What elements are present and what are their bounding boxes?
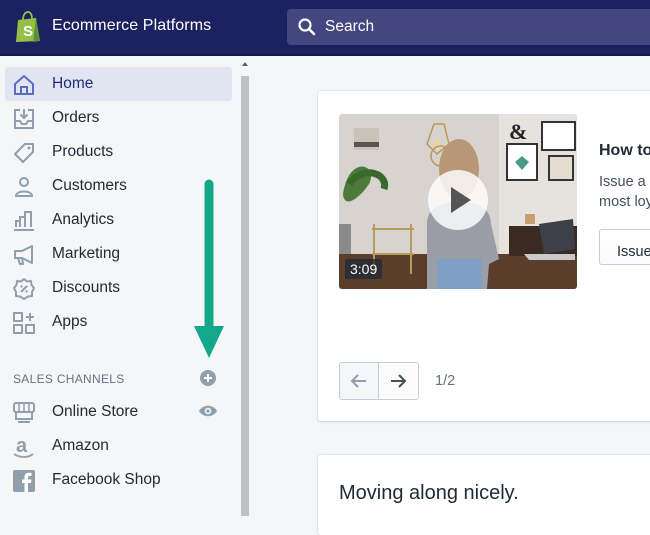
sidebar-item-label: Analytics [52, 211, 115, 228]
pager-count: 1/2 [435, 373, 456, 389]
sidebar-item-facebook-shop[interactable]: Facebook Shop [5, 463, 232, 497]
arrow-right-icon [391, 374, 407, 388]
video-duration: 3:09 [345, 259, 383, 279]
sidebar-item-label: Marketing [52, 245, 121, 262]
sidebar-item-home[interactable]: Home [5, 67, 232, 101]
pager [339, 362, 419, 400]
tip-body: Issue a g most loy [599, 172, 650, 212]
top-bar: S Ecommerce Platforms Search [0, 0, 650, 56]
orders-inbox-icon [14, 109, 34, 129]
sidebar-item-label: Apps [52, 313, 88, 330]
tip-body-line: Issue a g [599, 174, 650, 190]
video-thumbnail[interactable]: & 3:09 [339, 114, 577, 289]
storefront-icon [13, 402, 35, 423]
plus-circle-icon[interactable] [199, 369, 217, 387]
discount-badge-icon [13, 278, 35, 300]
search-input[interactable]: Search [287, 9, 650, 45]
sidebar-item-label: Products [52, 143, 114, 160]
sidebar-item-label: Customers [52, 177, 127, 194]
sales-channels-heading: SALES CHANNELS [13, 372, 125, 386]
store-name[interactable]: Ecommerce Platforms [52, 17, 211, 35]
sidebar-item-label: Discounts [52, 279, 121, 296]
sidebar-item-label: Amazon [52, 437, 109, 454]
main-content: & 3:09 How to Issue a g most loy Issue [250, 58, 650, 535]
scrollbar-thumb[interactable] [241, 76, 249, 516]
sidebar: Home Orders Products Customers Analytics [0, 58, 240, 516]
megaphone-icon [14, 245, 33, 265]
tips-card: & 3:09 How to Issue a g most loy Issue [318, 91, 650, 421]
svg-text:a: a [16, 435, 28, 457]
search-placeholder: Search [325, 18, 375, 35]
sidebar-scrollbar[interactable] [241, 58, 249, 516]
tip-body-line: most loy [599, 194, 650, 210]
arrow-left-icon [350, 374, 366, 388]
tip-title: How to [599, 142, 650, 159]
amazon-icon: a [13, 435, 34, 458]
play-icon[interactable] [428, 170, 488, 230]
sidebar-item-label: Home [52, 75, 94, 92]
svg-text:S: S [23, 23, 33, 40]
home-icon [14, 75, 34, 95]
progress-heading: Moving along nicely. [339, 482, 519, 504]
progress-card: Moving along nicely. [318, 455, 650, 535]
sidebar-item-amazon[interactable]: a Amazon [5, 429, 232, 463]
next-button[interactable] [379, 363, 418, 399]
sidebar-item-label: Orders [52, 109, 100, 126]
shopify-bag-icon[interactable]: S [14, 11, 42, 43]
issue-button[interactable]: Issue [599, 229, 650, 265]
sidebar-item-products[interactable]: Products [5, 135, 232, 169]
svg-text:&: & [509, 119, 527, 144]
eye-icon[interactable] [198, 404, 218, 418]
bar-chart-icon [14, 211, 34, 231]
sidebar-item-orders[interactable]: Orders [5, 101, 232, 135]
person-icon [15, 177, 33, 197]
previous-button[interactable] [340, 363, 379, 399]
tag-icon [14, 143, 34, 163]
search-icon [298, 18, 316, 36]
facebook-icon [13, 470, 35, 492]
sidebar-item-label: Facebook Shop [52, 471, 161, 488]
annotation-down-arrow [194, 179, 224, 358]
apps-grid-icon [13, 312, 35, 334]
sidebar-item-label: Online Store [52, 403, 139, 420]
scroll-up-arrow-icon[interactable] [242, 62, 248, 66]
